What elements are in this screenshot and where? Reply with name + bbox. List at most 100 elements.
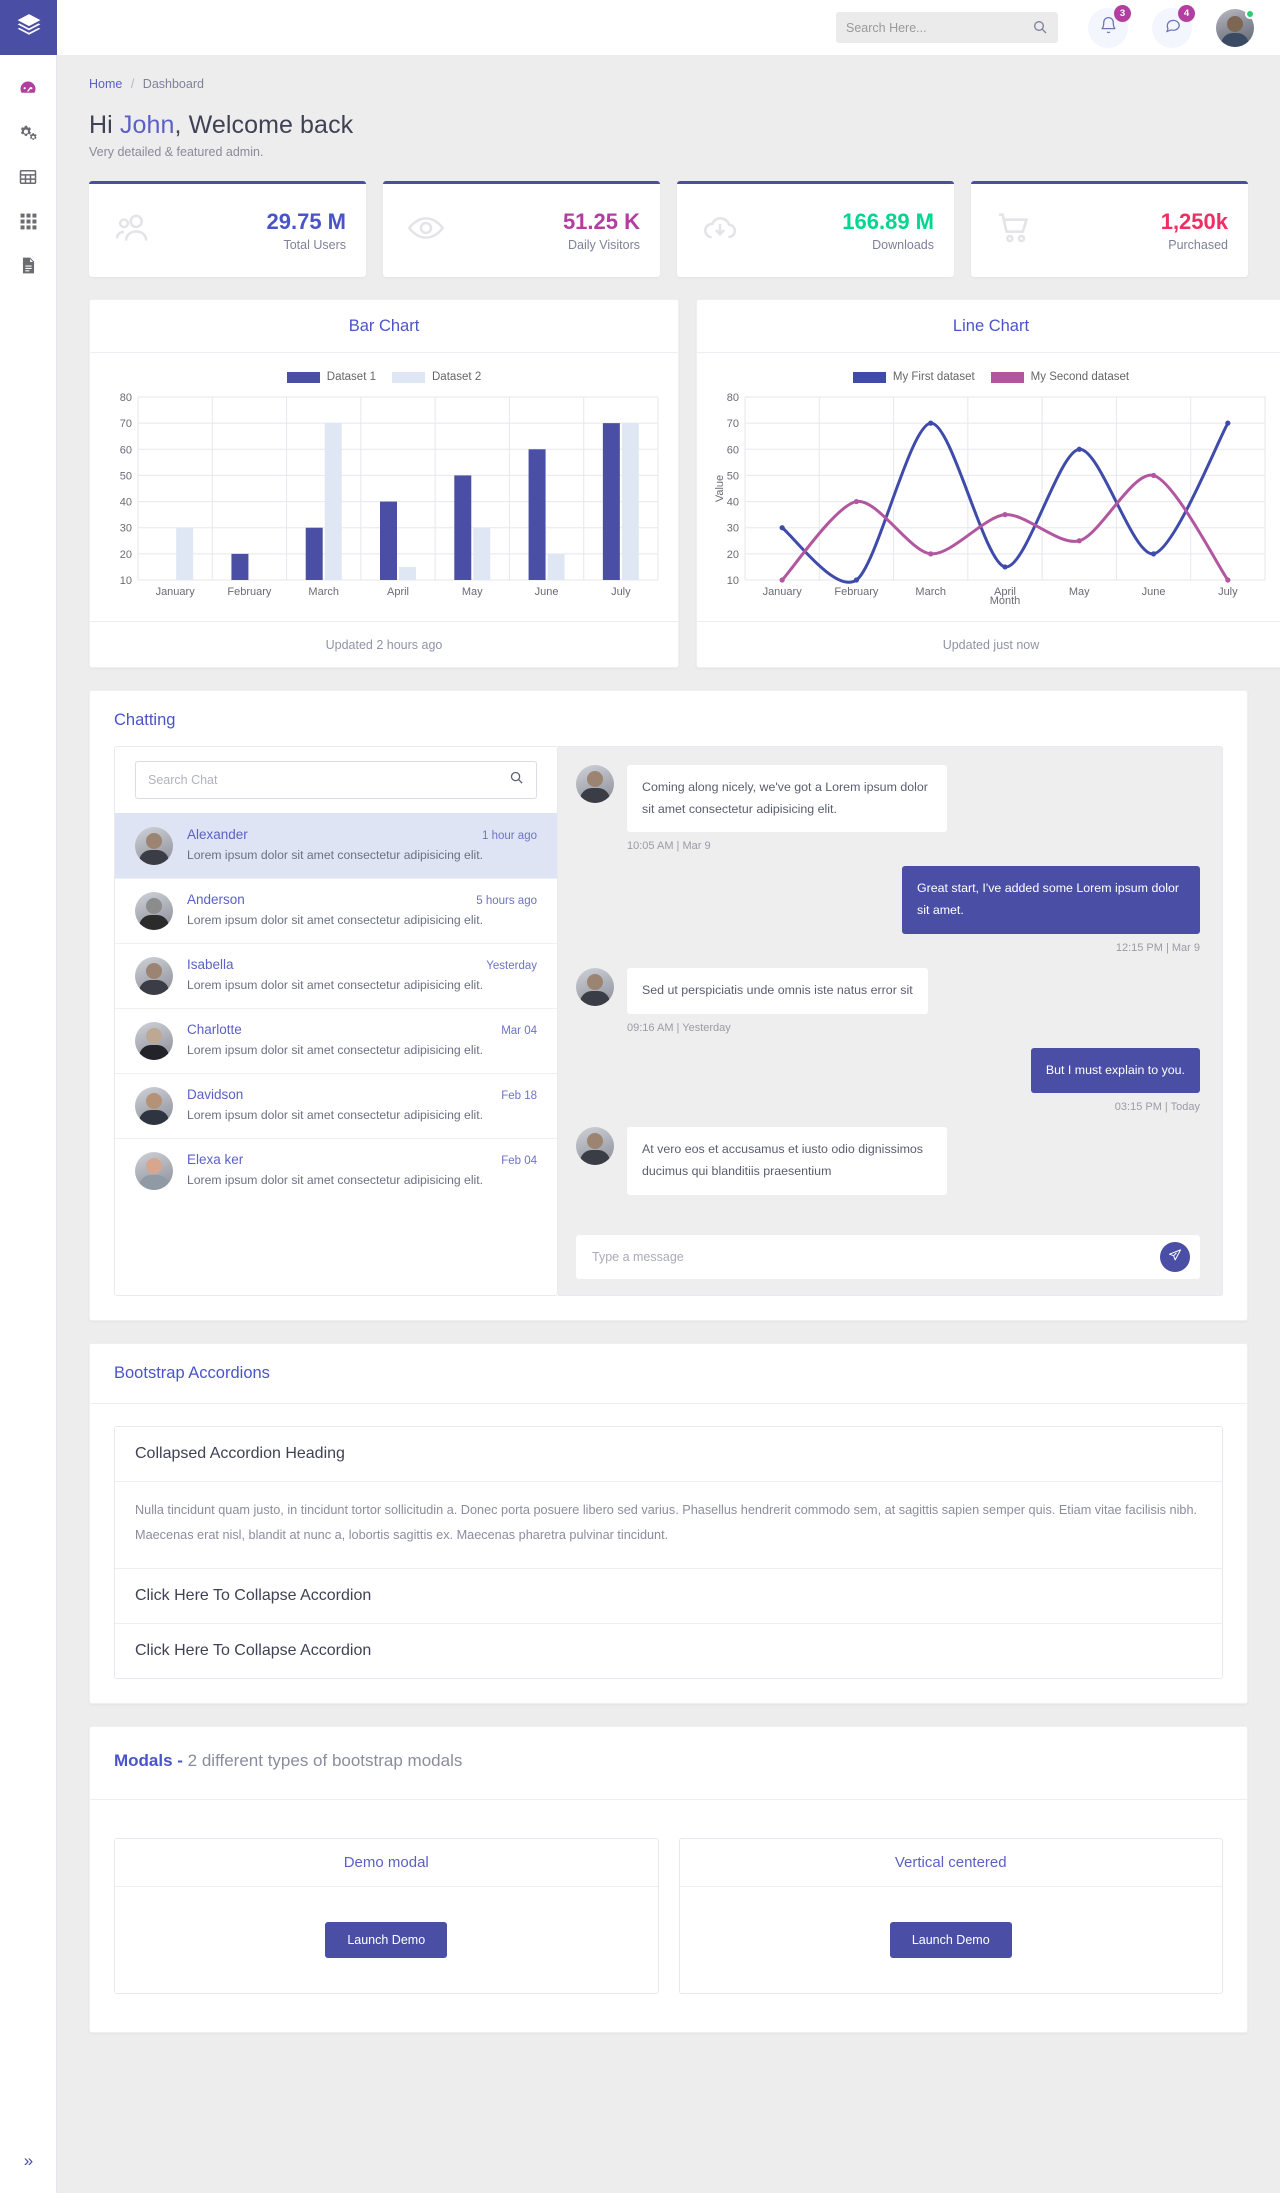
svg-text:January: January: [763, 586, 803, 598]
stat-text-block: 29.75 M Total Users: [267, 209, 347, 251]
line-chart-plot: 1020304050607080January February March Apri…: [714, 392, 1266, 607]
stat-card-purchased[interactable]: 1,250k Purchased: [971, 181, 1248, 277]
message-timestamp: 10:05 AM | Mar 9: [627, 840, 711, 853]
send-button[interactable]: [1160, 1242, 1190, 1272]
chat-search-input[interactable]: [148, 773, 524, 787]
chat-search-wrap: [115, 747, 557, 813]
svg-text:40: 40: [120, 497, 132, 509]
contact-avatar: [135, 892, 173, 930]
speedometer-icon: [18, 79, 38, 99]
page-subtitle: Very detailed & featured admin.: [89, 145, 264, 159]
stat-cards-row: 29.75 M Total Users 51.25 K Daily Visito…: [89, 181, 1248, 277]
svg-text:February: February: [227, 586, 272, 598]
stat-value: 29.75 M: [266, 209, 347, 235]
contact-timestamp: 1 hour ago: [482, 830, 537, 842]
bell-icon: [1099, 16, 1118, 40]
global-search[interactable]: [836, 12, 1058, 43]
stat-value: 51.25 K: [562, 209, 640, 235]
chat-message: Great start, I've added some Lorem ipsum…: [576, 866, 1200, 954]
messages-button[interactable]: 4: [1152, 4, 1195, 48]
contact-rows: Alexander 1 hour ago Lorem ipsum dolor sit…: [115, 813, 557, 1203]
message-input[interactable]: [592, 1250, 1160, 1264]
legend-item[interactable]: My First dataset: [852, 371, 975, 383]
avatar[interactable]: [1216, 8, 1255, 47]
chat-contact-item[interactable]: Anderson 5 hours ago Lorem ipsum dolor sit…: [115, 878, 557, 943]
chat-contact-item[interactable]: Charlotte Mar 04 Lorem ipsum dolor sit ame…: [115, 1008, 557, 1073]
contact-timestamp: Feb 04: [501, 1155, 537, 1167]
modal-box-vertical-centered: Vertical centered Launch Demo: [678, 1837, 1223, 1994]
contact-snippet: Lorem ipsum dolor sit amet consectetur a…: [187, 913, 484, 927]
eye-icon: [403, 208, 449, 253]
modals-title-rest: 2 different types of bootstrap modals: [187, 1750, 463, 1770]
modal-box-body: Launch Demo: [680, 1887, 1223, 1993]
message-bubble-incoming: Coming along nicely, we've got a Lorem i…: [627, 765, 947, 833]
bar-chart-legend: Dataset 1 Dataset 2: [104, 371, 664, 383]
line-chart-header: Line Chart: [697, 300, 1280, 353]
charts-row: Bar Chart Dataset 1 Dataset 2 10 20 30 40 50: [89, 299, 1280, 668]
message-bubble-outgoing: Great start, I've added some Lorem ipsum…: [902, 866, 1200, 934]
search-icon[interactable]: [509, 770, 524, 790]
svg-text:July: July: [611, 586, 631, 598]
legend-item[interactable]: Dataset 2: [392, 371, 481, 383]
sidebar-item-dashboard[interactable]: [0, 67, 56, 111]
message-rows: Coming along nicely, we've got a Lorem i…: [576, 765, 1200, 1195]
launch-demo-button-2[interactable]: Launch Demo: [889, 1921, 1012, 1958]
stat-card-daily-visitors[interactable]: 51.25 K Daily Visitors: [383, 181, 660, 277]
breadcrumb-separator: /: [130, 77, 135, 91]
sidebar-item-tables[interactable]: [0, 155, 56, 199]
chat-message-panel: Coming along nicely, we've got a Lorem i…: [558, 746, 1223, 1296]
modals-card: Modals - 2 different types of bootstrap …: [89, 1725, 1248, 2033]
sidebar-toggle-button[interactable]: »: [0, 2151, 57, 2171]
chat-contact-item[interactable]: Davidson Feb 18 Lorem ipsum dolor sit amet…: [115, 1073, 557, 1138]
stat-card-total-users[interactable]: 29.75 M Total Users: [89, 181, 366, 277]
search-icon[interactable]: [1032, 19, 1048, 40]
svg-text:Value: Value: [714, 475, 726, 502]
chat-contact-item[interactable]: Isabella Yesterday Lorem ipsum dolor sit a…: [115, 943, 557, 1008]
chat-search[interactable]: [135, 761, 537, 799]
line-chart-footer: Updated just now: [697, 621, 1280, 667]
chat-bubble-icon: [1163, 16, 1182, 40]
sidebar-item-settings[interactable]: [0, 111, 56, 155]
legend-item[interactable]: Dataset 1: [286, 371, 376, 383]
svg-text:70: 70: [120, 418, 132, 430]
sidebar-item-documents[interactable]: [0, 243, 56, 287]
breadcrumb-home[interactable]: Home: [89, 77, 122, 91]
gears-icon: [18, 123, 39, 144]
sidebar-item-apps[interactable]: [0, 199, 56, 243]
legend-item[interactable]: My Second dataset: [990, 371, 1129, 383]
launch-demo-button-1[interactable]: Launch Demo: [325, 1921, 448, 1958]
chat-contact-item[interactable]: Elexa ker Feb 04 Lorem ipsum dolor sit ame…: [115, 1138, 557, 1203]
svg-text:50: 50: [120, 470, 132, 482]
svg-text:60: 60: [120, 444, 132, 456]
svg-text:January: January: [156, 586, 196, 598]
svg-text:June: June: [1142, 586, 1166, 598]
table-icon: [18, 167, 38, 187]
stat-value: 1,250k: [1160, 209, 1228, 235]
contact-name: Davidson: [187, 1087, 244, 1102]
modals-body: Demo modal Launch Demo Vertical centered…: [90, 1800, 1247, 2032]
message-timestamp: 03:15 PM | Today: [1114, 1101, 1200, 1114]
chat-message: At vero eos et accusamus et iusto odio d…: [576, 1127, 1200, 1195]
brand-logo[interactable]: [0, 0, 57, 55]
message-avatar: [576, 1127, 614, 1166]
svg-text:March: March: [308, 586, 339, 598]
contact-meta: Alexander 1 hour ago Lorem ipsum dolor sit…: [187, 827, 537, 865]
contact-avatar: [135, 1087, 173, 1125]
contact-timestamp: 5 hours ago: [476, 895, 537, 907]
stat-card-downloads[interactable]: 166.89 M Downloads: [677, 181, 954, 277]
accordion-header-2[interactable]: Click Here To Collapse Accordion: [115, 1568, 1222, 1624]
grid-apps-icon: [19, 212, 38, 231]
message-composer[interactable]: [576, 1235, 1200, 1279]
chatting-layout: Alexander 1 hour ago Lorem ipsum dolor sit…: [90, 746, 1247, 1320]
bar-chart-header: Bar Chart: [90, 300, 678, 353]
chat-contact-item[interactable]: Alexander 1 hour ago Lorem ipsum dolor sit…: [115, 813, 557, 878]
accordion-header-1[interactable]: Collapsed Accordion Heading: [115, 1427, 1222, 1482]
svg-text:80: 80: [727, 392, 739, 404]
contact-snippet: Lorem ipsum dolor sit amet consectetur a…: [187, 978, 484, 992]
notifications-button[interactable]: 3: [1088, 4, 1131, 48]
accordion-header-3[interactable]: Click Here To Collapse Accordion: [115, 1623, 1222, 1678]
legend-swatch: [286, 371, 320, 383]
file-document-icon: [19, 256, 38, 275]
search-input[interactable]: [846, 20, 1026, 35]
bar-chart-title: Bar Chart: [348, 316, 420, 335]
